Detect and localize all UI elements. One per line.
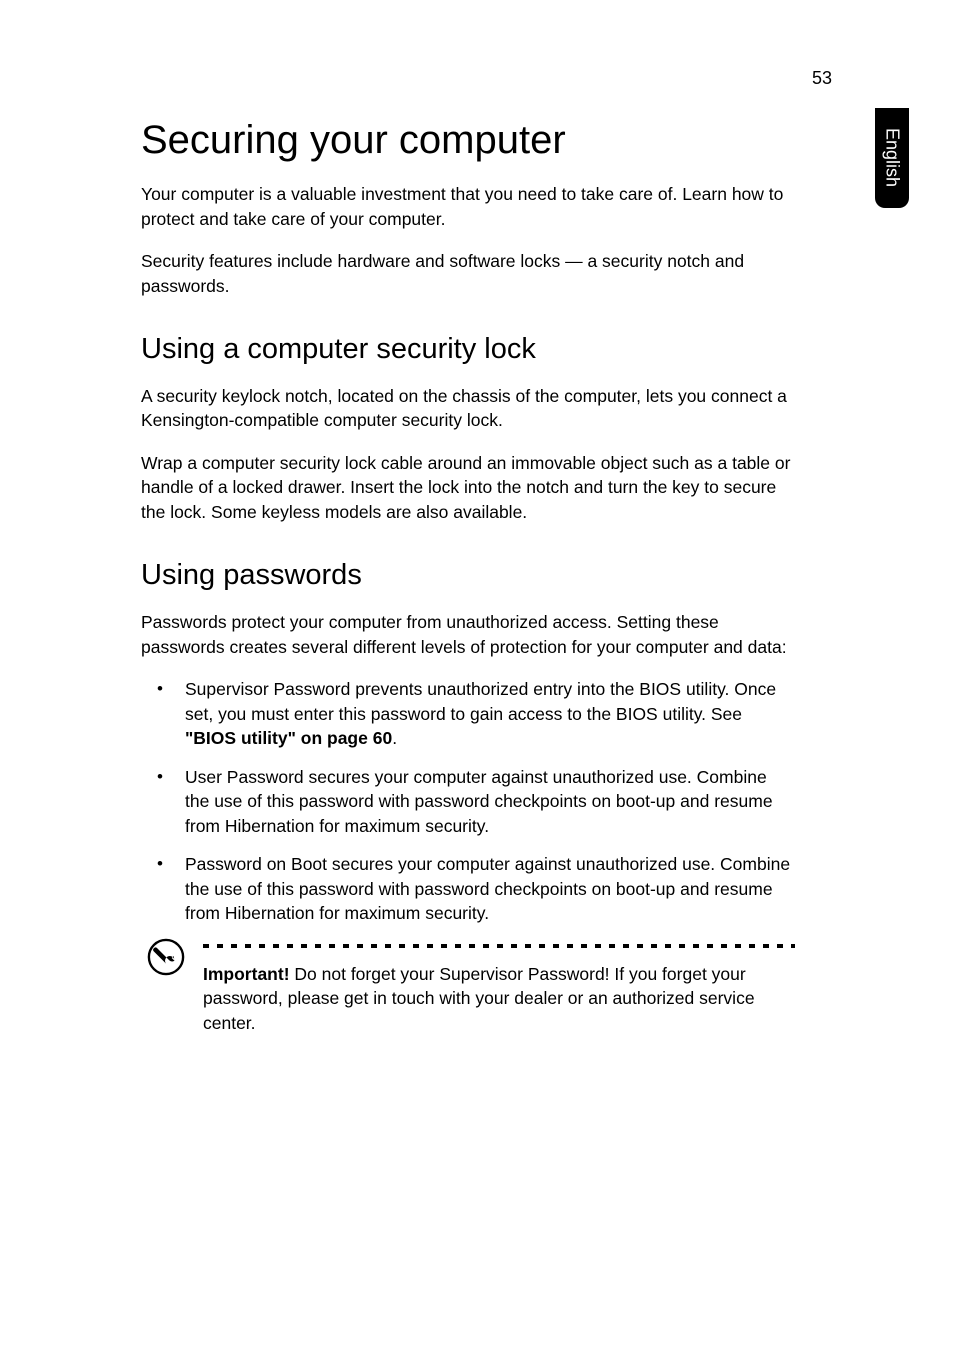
note-divider	[203, 944, 795, 948]
list-item: Supervisor Password prevents unauthorize…	[141, 677, 795, 751]
cross-reference-bios: "BIOS utility" on page 60	[185, 728, 392, 748]
passwords-paragraph-1: Passwords protect your computer from una…	[141, 610, 795, 659]
list-item-text-pre: Supervisor Password prevents unauthorize…	[185, 679, 776, 724]
heading-passwords: Using passwords	[141, 560, 795, 592]
intro-paragraph-1: Your computer is a valuable investment t…	[141, 182, 795, 231]
list-item-text-post: .	[392, 728, 397, 748]
note-label: Important!	[203, 964, 294, 984]
list-item: Password on Boot secures your computer a…	[141, 852, 795, 926]
security-lock-paragraph-2: Wrap a computer security lock cable arou…	[141, 451, 795, 525]
password-list: Supervisor Password prevents unauthorize…	[141, 677, 795, 926]
heading-main: Securing your computer	[141, 118, 795, 162]
security-lock-paragraph-1: A security keylock notch, located on the…	[141, 384, 795, 433]
important-note: Important! Do not forget your Supervisor…	[141, 944, 795, 1036]
intro-paragraph-2: Security features include hardware and s…	[141, 249, 795, 298]
heading-security-lock: Using a computer security lock	[141, 334, 795, 366]
page-number: 53	[812, 68, 832, 89]
page-content: Securing your computer Your computer is …	[141, 118, 795, 1035]
list-item: User Password secures your computer agai…	[141, 765, 795, 839]
wrench-icon	[147, 938, 185, 976]
language-tab: English	[875, 108, 909, 208]
note-text: Important! Do not forget your Supervisor…	[203, 962, 795, 1036]
